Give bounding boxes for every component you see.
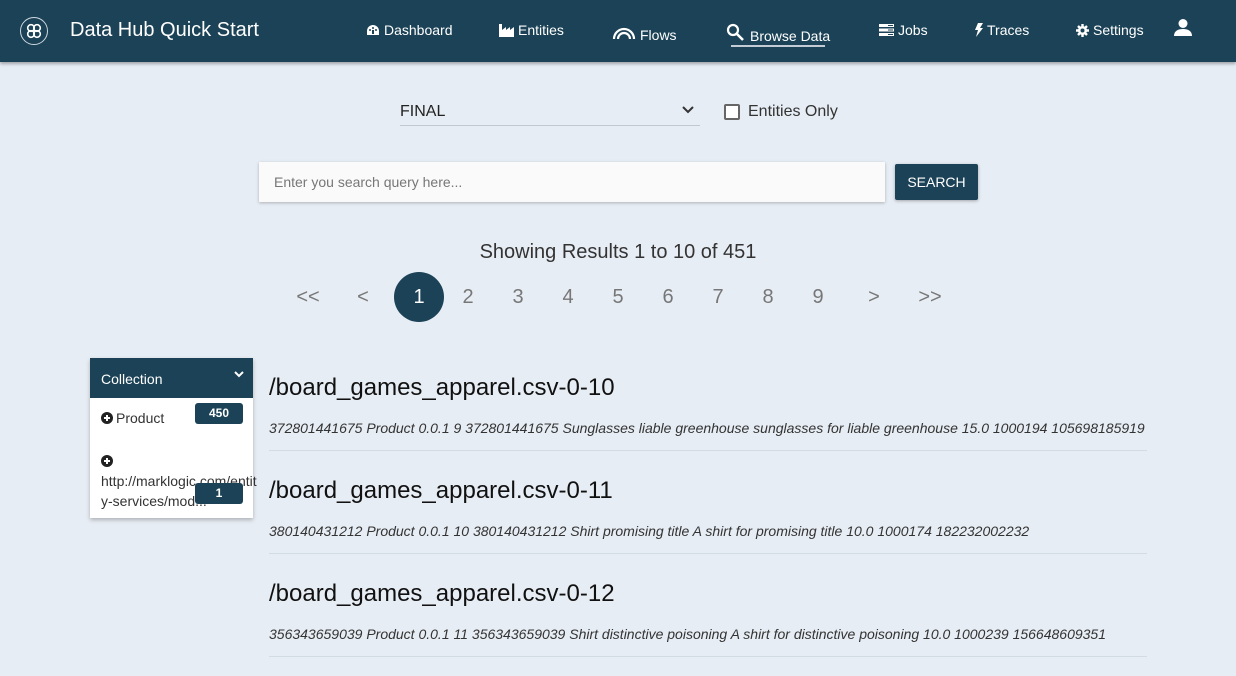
- page-last-button[interactable]: >>: [905, 272, 955, 322]
- nav-traces[interactable]: Traces: [975, 22, 1029, 38]
- page-button[interactable]: 7: [693, 272, 743, 322]
- result-title-link[interactable]: /board_games_apparel.csv-0-11: [269, 477, 613, 505]
- result-snippet: 372801441675 Product 0.0.1 9 37280144167…: [269, 420, 1145, 436]
- dashboard-gauge-icon: [367, 25, 379, 35]
- facet-item-label: Product: [116, 410, 165, 426]
- chevron-down-icon: [234, 371, 244, 378]
- collection-facet-header[interactable]: Collection: [90, 358, 253, 398]
- page-button-current[interactable]: 1: [394, 272, 444, 322]
- page-button[interactable]: 4: [543, 272, 593, 322]
- facet-title: Collection: [101, 371, 163, 387]
- results-summary: Showing Results 1 to 10 of 451: [479, 241, 757, 263]
- page-button[interactable]: 8: [743, 272, 793, 322]
- facet-item-product[interactable]: Product: [101, 410, 164, 426]
- database-select[interactable]: FINAL: [400, 100, 700, 126]
- result-item: /board_games_apparel.csv-0-10 3728014416…: [269, 374, 1147, 451]
- result-snippet: 380140431212 Product 0.0.1 10 3801404312…: [269, 523, 1030, 539]
- facet-count-badge: 1: [195, 483, 243, 504]
- plus-circle-icon[interactable]: [101, 455, 113, 467]
- gear-icon: [1076, 23, 1089, 37]
- nav-label: Settings: [1093, 22, 1144, 38]
- nav-label: Entities: [518, 22, 564, 38]
- nav-label: Browse Data: [750, 28, 831, 44]
- entities-only-checkbox[interactable]: [724, 104, 740, 120]
- page-button[interactable]: 9: [793, 272, 843, 322]
- page-prev-button[interactable]: <: [338, 272, 388, 322]
- search-button[interactable]: SEARCH: [895, 164, 978, 200]
- entities-only-toggle[interactable]: Entities Only: [724, 103, 838, 121]
- page-next-button[interactable]: >: [849, 272, 899, 322]
- nav-entities[interactable]: Entities: [499, 22, 564, 38]
- nav-label: Flows: [640, 27, 677, 43]
- nav-label: Traces: [987, 22, 1030, 38]
- result-title-link[interactable]: /board_games_apparel.csv-0-12: [269, 580, 615, 608]
- page-button[interactable]: 6: [643, 272, 693, 322]
- nav-label: Jobs: [898, 22, 928, 38]
- plus-circle-icon[interactable]: [101, 412, 113, 424]
- factory-icon: [499, 23, 514, 37]
- top-navbar: Data Hub Quick Start Dashboard Entities …: [0, 0, 1236, 62]
- nav-dashboard[interactable]: Dashboard: [366, 22, 453, 38]
- page-first-button[interactable]: <<: [283, 272, 333, 322]
- result-title-link[interactable]: /board_games_apparel.csv-0-10: [269, 374, 615, 402]
- collection-facet: Collection Product 450 http://marklogic.…: [90, 358, 257, 518]
- page-button[interactable]: 5: [593, 272, 643, 322]
- rainbow-arc-icon: [612, 27, 636, 39]
- chevron-down-icon: [682, 106, 694, 114]
- app-title[interactable]: Data Hub Quick Start: [70, 19, 259, 42]
- search-input[interactable]: [259, 162, 885, 202]
- database-select-value: FINAL: [400, 103, 446, 120]
- facet-count-badge: 450: [195, 403, 243, 424]
- search-icon: [726, 23, 744, 41]
- nav-flows[interactable]: Flows: [612, 22, 677, 43]
- page-button[interactable]: 2: [443, 272, 493, 322]
- server-stack-icon: [879, 24, 894, 36]
- nav-label: Dashboard: [384, 22, 453, 38]
- lightning-bolt-icon: [975, 23, 983, 37]
- nav-browse-data[interactable]: Browse Data: [726, 20, 830, 44]
- entities-only-label: Entities Only: [748, 103, 838, 120]
- pagination: << < 1 2 3 4 5 6 7 8 9 > >>: [0, 272, 1236, 322]
- nav-jobs[interactable]: Jobs: [879, 22, 928, 38]
- user-icon[interactable]: [1174, 19, 1192, 41]
- active-tab-indicator: [731, 45, 825, 47]
- result-snippet: 356343659039 Product 0.0.1 11 3563436590…: [269, 626, 1106, 642]
- result-item: /board_games_apparel.csv-0-11 3801404312…: [269, 477, 1147, 554]
- nav-settings[interactable]: Settings: [1076, 22, 1144, 38]
- page-button[interactable]: 3: [493, 272, 543, 322]
- datahub-logo-icon[interactable]: [20, 17, 48, 45]
- result-item: /board_games_apparel.csv-0-12 3563436590…: [269, 580, 1147, 657]
